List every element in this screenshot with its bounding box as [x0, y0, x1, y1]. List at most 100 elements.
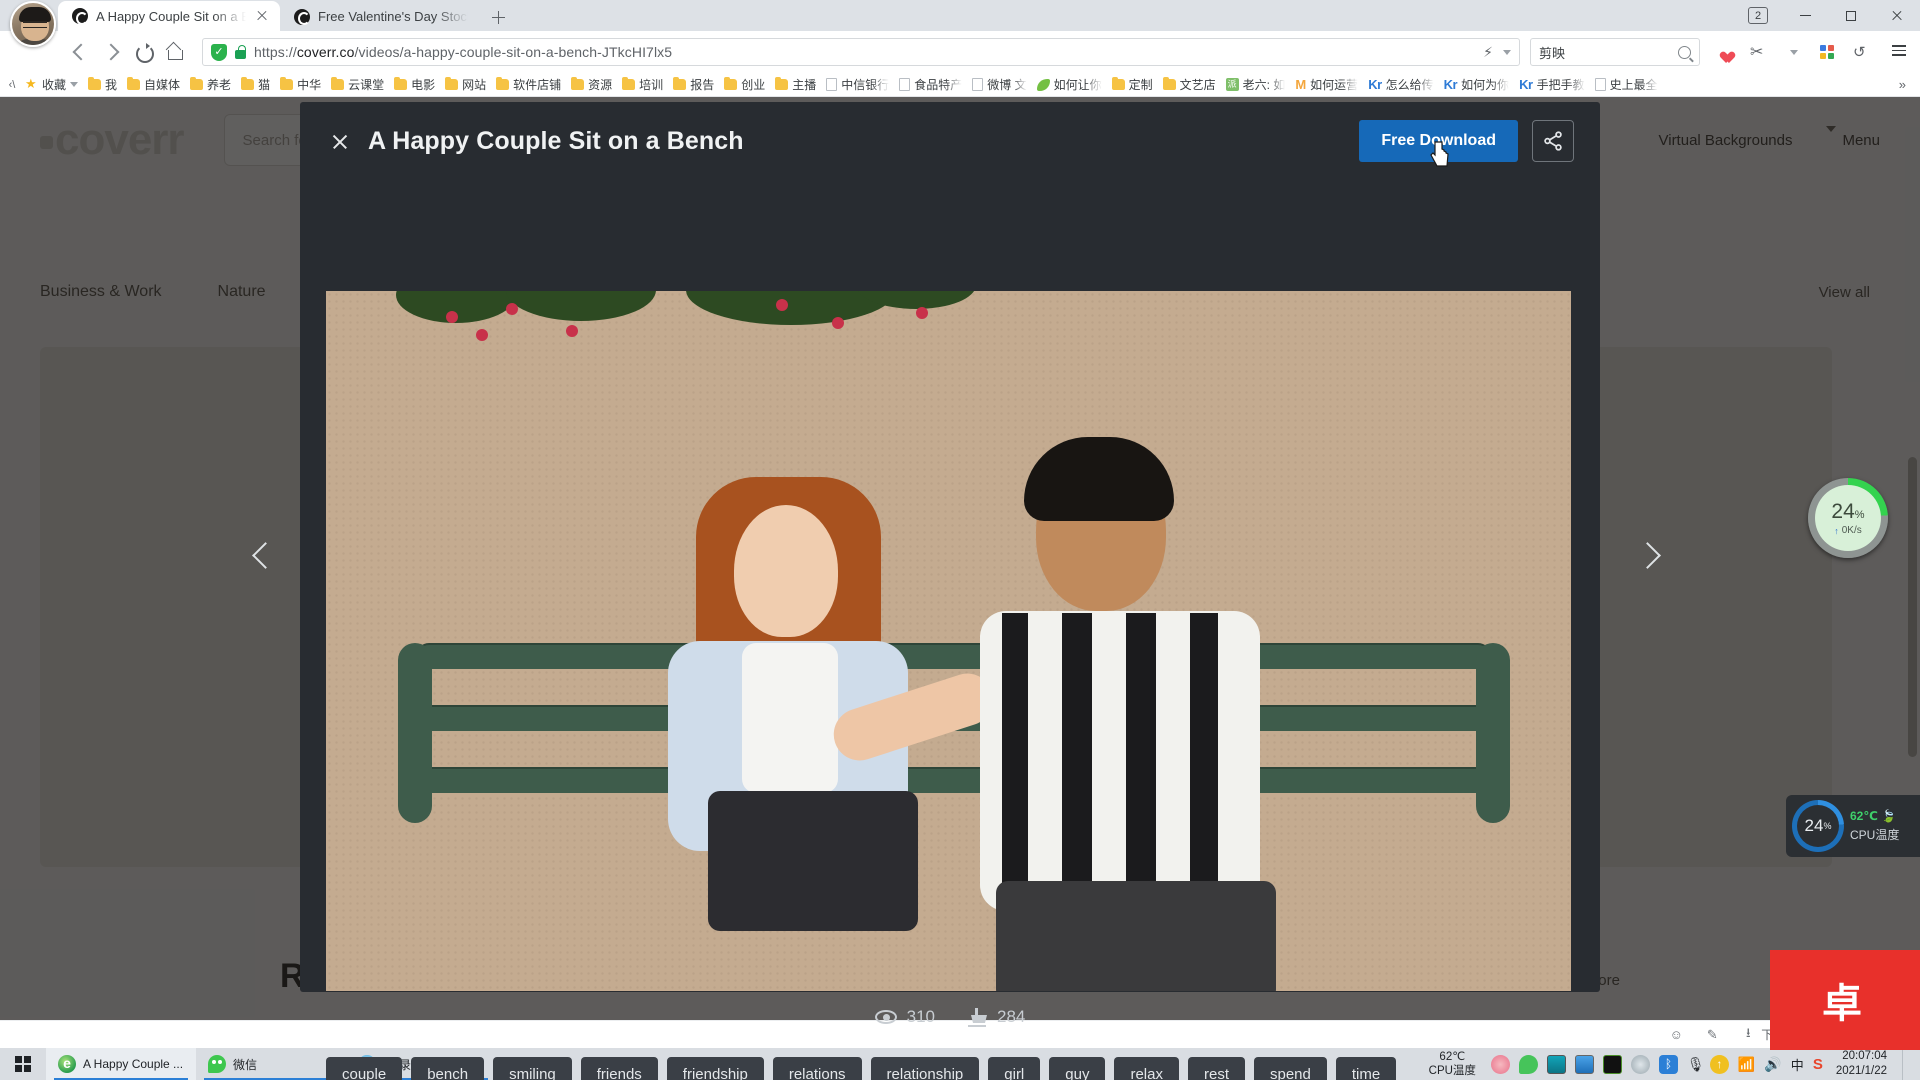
- bookmark-item[interactable]: Kr 手把手教: [1514, 75, 1589, 94]
- bookmark-item[interactable]: 中华: [275, 75, 326, 94]
- browser-menu-icon[interactable]: [1880, 37, 1910, 67]
- next-video-button[interactable]: [1630, 540, 1664, 574]
- microphone-icon[interactable]: 🎙: [1687, 1056, 1705, 1073]
- bookmark-item[interactable]: 中信银行: [821, 75, 894, 94]
- tag-item[interactable]: rest: [1187, 1057, 1245, 1080]
- previous-video-button[interactable]: [248, 540, 282, 574]
- bookmark-item[interactable]: 派老六: 如: [1221, 75, 1291, 94]
- bookmark-item[interactable]: 创业: [719, 75, 770, 94]
- tag-item[interactable]: smiling: [493, 1057, 572, 1080]
- bookmark-label: 创业: [741, 78, 766, 92]
- close-icon[interactable]: [326, 127, 354, 155]
- tag-item[interactable]: relationship: [870, 1057, 980, 1080]
- video-player[interactable]: [326, 291, 1571, 991]
- tag-item[interactable]: couple: [326, 1057, 403, 1080]
- browser-tab-1[interactable]: A Happy Couple Sit on a Bench: [58, 1, 280, 31]
- volume-icon[interactable]: 🔊: [1764, 1056, 1781, 1073]
- profile-avatar[interactable]: [10, 1, 56, 47]
- tag-item[interactable]: time: [1335, 1057, 1397, 1080]
- bookmark-item[interactable]: 如何让你: [1032, 75, 1107, 94]
- tray-clock[interactable]: 20:07:04 2021/1/22: [1836, 1049, 1887, 1079]
- maximize-button[interactable]: [1828, 0, 1874, 31]
- bookmark-label: 中信银行: [841, 78, 890, 92]
- bluetooth-icon[interactable]: ᛒ: [1658, 1054, 1678, 1074]
- chevron-down-icon[interactable]: [70, 82, 79, 87]
- bookmark-item[interactable]: M 如何运营: [1290, 75, 1363, 94]
- favorite-icon[interactable]: [1710, 37, 1740, 67]
- pen-icon[interactable]: ✎: [1703, 1026, 1721, 1044]
- tag-item[interactable]: guy: [1049, 1057, 1106, 1080]
- lightning-icon[interactable]: ⚡: [1483, 44, 1493, 61]
- bookmarks-bar: ‹\ ★ 收藏 我 自媒体 养老 猫 中华 云课堂 电影 网站 软件店铺 资源 培…: [0, 73, 1920, 97]
- bookmark-item[interactable]: ★ 收藏: [20, 75, 83, 94]
- bookmark-item[interactable]: 定制: [1107, 75, 1158, 94]
- tray-person-icon[interactable]: [1630, 1054, 1650, 1074]
- bookmark-item[interactable]: 食品特产: [894, 75, 967, 94]
- show-desktop-button[interactable]: [1902, 1048, 1910, 1080]
- browser-tab-2[interactable]: Free Valentine's Day Stock Vic: [280, 2, 478, 31]
- bookmark-item[interactable]: 史上最全: [1590, 75, 1663, 94]
- bookmark-item[interactable]: 软件店铺: [491, 75, 566, 94]
- close-window-button[interactable]: [1874, 0, 1920, 31]
- network-speed-widget[interactable]: 24% ↑ 0K/s: [1808, 478, 1888, 558]
- bookmark-item[interactable]: 文艺店: [1158, 75, 1221, 94]
- bookmark-item[interactable]: 资源: [566, 75, 617, 94]
- chevron-down-icon[interactable]: [1778, 37, 1808, 67]
- reload-icon[interactable]: [128, 37, 158, 67]
- bookmark-item[interactable]: 报告: [668, 75, 719, 94]
- ime-indicator[interactable]: 中: [1791, 1055, 1804, 1074]
- bookmark-item[interactable]: 云课堂: [326, 75, 389, 94]
- folder-icon: [241, 76, 255, 90]
- tag-item[interactable]: relations: [772, 1057, 862, 1080]
- chevron-down-icon[interactable]: [1503, 49, 1511, 55]
- leaf-icon: [1036, 78, 1050, 91]
- window-count-badge[interactable]: 2: [1748, 7, 1768, 24]
- minimize-button[interactable]: [1782, 0, 1828, 31]
- bookmark-item[interactable]: 猫: [236, 75, 275, 94]
- bookmark-item[interactable]: 我: [83, 75, 122, 94]
- home-icon[interactable]: [160, 37, 190, 67]
- address-bar[interactable]: https://coverr.co/videos/a-happy-couple-…: [202, 38, 1520, 66]
- tray-update-icon[interactable]: ↑: [1709, 1054, 1729, 1074]
- bookmark-item[interactable]: Kr 如何为你: [1439, 75, 1514, 94]
- cpu-temp-text: 62℃ 🍃 CPU温度: [1850, 807, 1899, 844]
- bookmark-item[interactable]: 培训: [617, 75, 668, 94]
- start-button[interactable]: [0, 1048, 46, 1080]
- bookmark-item[interactable]: 自媒体: [122, 75, 185, 94]
- search-input[interactable]: 剪映: [1530, 38, 1700, 66]
- tab-title: A Happy Couple Sit on a Bench: [96, 8, 246, 24]
- close-icon[interactable]: [254, 8, 270, 24]
- bookmark-item[interactable]: 微博 文: [967, 75, 1031, 94]
- back-icon[interactable]: [64, 37, 94, 67]
- tray-nvidia-icon[interactable]: [1602, 1054, 1622, 1074]
- bookmark-item[interactable]: 网站: [440, 75, 491, 94]
- tray-network-icon[interactable]: [1574, 1054, 1594, 1074]
- bookmark-item[interactable]: 电影: [389, 75, 440, 94]
- apps-grid-icon[interactable]: [1812, 37, 1842, 67]
- smiley-icon[interactable]: ☺: [1667, 1026, 1685, 1044]
- new-tab-button[interactable]: [484, 3, 512, 31]
- share-button[interactable]: [1532, 120, 1574, 162]
- bookmarks-overflow-icon[interactable]: »: [1899, 77, 1920, 92]
- history-icon[interactable]: ↺: [1846, 37, 1876, 67]
- forward-icon[interactable]: [96, 37, 126, 67]
- tag-item[interactable]: friends: [580, 1057, 658, 1080]
- tag-item[interactable]: relax: [1114, 1057, 1179, 1080]
- bookmark-item[interactable]: Kr 怎么给传: [1363, 75, 1438, 94]
- sogou-icon[interactable]: S: [1813, 1056, 1823, 1073]
- taskbar-item-browser[interactable]: A Happy Couple ...: [46, 1048, 196, 1080]
- folder-icon: [496, 76, 510, 90]
- wifi-icon[interactable]: 📶: [1738, 1056, 1755, 1073]
- cpu-temperature-widget[interactable]: 24% 62℃ 🍃 CPU温度: [1786, 795, 1920, 857]
- tag-item[interactable]: bench: [411, 1057, 485, 1080]
- tag-item[interactable]: friendship: [666, 1057, 764, 1080]
- bookmark-item[interactable]: 主播: [770, 75, 821, 94]
- red-overlay-panel[interactable]: 卓: [1770, 950, 1920, 1050]
- bookmarks-scroll-left-icon[interactable]: ‹\: [4, 79, 20, 91]
- bookmark-item[interactable]: 养老: [185, 75, 236, 94]
- tag-item[interactable]: girl: [988, 1057, 1041, 1080]
- tag-item[interactable]: spend: [1254, 1057, 1327, 1080]
- search-icon[interactable]: [1678, 45, 1691, 59]
- scissors-icon[interactable]: ✂: [1744, 37, 1774, 67]
- taskbar-item-wechat[interactable]: 微信: [196, 1048, 346, 1080]
